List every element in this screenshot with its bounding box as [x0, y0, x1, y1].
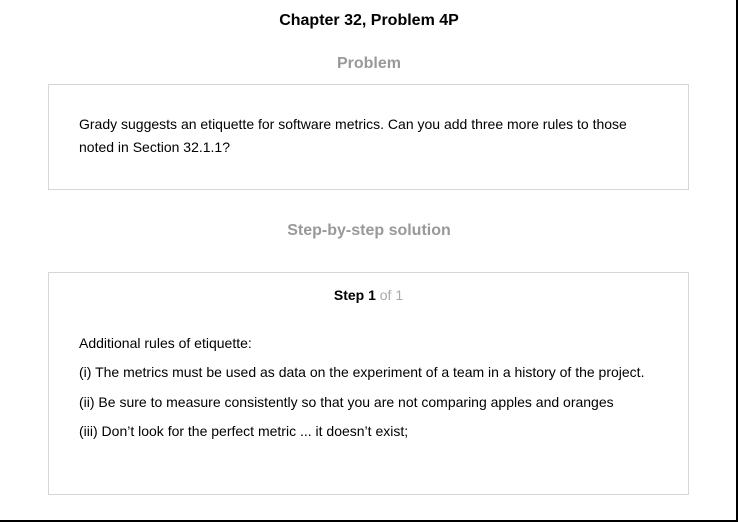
solution-intro: Additional rules of etiquette:	[79, 335, 252, 351]
step-label: Step 1	[333, 287, 376, 303]
solution-box: Step 1 of 1 Additional rules of etiquett…	[48, 272, 689, 495]
problem-heading: Problem	[336, 55, 401, 72]
solution-heading: Step-by-step solution	[287, 222, 451, 239]
step-header: Step 1 of 1	[49, 287, 688, 303]
step-count: of 1	[379, 287, 404, 303]
solution-rule-2: (ii) Be sure to measure consistently so …	[79, 394, 614, 410]
solution-rule-1: (i) The metrics must be used as data on …	[79, 364, 645, 380]
solution-rule-3: (iii) Don’t look for the perfect metric …	[79, 423, 409, 439]
chapter-title: Chapter 32, Problem 4P	[279, 12, 459, 29]
problem-box: Grady suggests an etiquette for software…	[48, 84, 689, 190]
problem-text: Grady suggests an etiquette for software…	[79, 116, 627, 155]
